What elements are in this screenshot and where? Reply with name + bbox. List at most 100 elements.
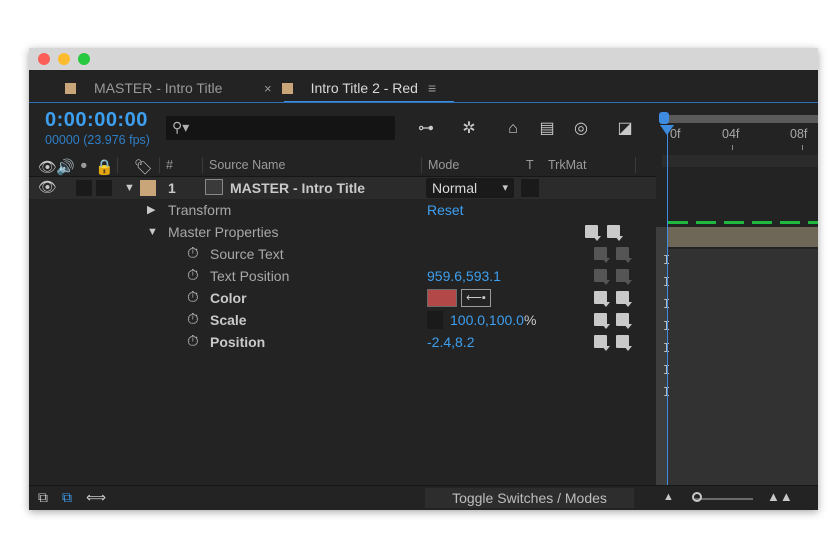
tab-master-intro-title[interactable]: MASTER - Intro Title (65, 70, 222, 102)
stopwatch-icon[interactable]: ⏱ (187, 331, 199, 353)
scale-unit: % (524, 312, 537, 328)
property-row-text-position[interactable]: ⏱ Text Position 959.6,593.1 (29, 265, 656, 287)
visibility-eye-icon[interactable]: 👁 (38, 177, 57, 199)
lock-toggle[interactable] (96, 180, 112, 196)
video-switch-icon[interactable]: 👁 (38, 158, 57, 176)
time-navigator[interactable] (662, 115, 818, 123)
property-label: Text Position (210, 268, 290, 284)
motion-blur-icon[interactable]: ▤ (536, 118, 558, 140)
scale-value[interactable]: 100.0,100.0 (450, 309, 524, 331)
layer-switch-icon[interactable]: ⊶ (415, 118, 437, 140)
timeline-area[interactable]: 0f 04f 08f I I I I I I I (656, 103, 818, 485)
zoom-out-icon[interactable]: ▲ (663, 491, 674, 503)
push-to-master-icon[interactable] (594, 291, 610, 307)
property-label: Source Text (210, 246, 284, 262)
position-value[interactable]: -2.4,8.2 (427, 331, 474, 353)
work-area-render-indicator (668, 221, 818, 224)
zoom-slider-handle[interactable] (692, 492, 702, 502)
audio-switch-icon[interactable]: 🔊 (56, 158, 75, 176)
solo-toggle[interactable] (76, 180, 92, 196)
current-time-display[interactable]: 0:00:00:00 (45, 109, 148, 132)
stopwatch-icon[interactable]: ⏱ (187, 243, 199, 265)
composition-color-icon (65, 83, 76, 94)
reset-transform-link[interactable]: Reset (427, 199, 464, 221)
snap-icon[interactable]: ◪ (614, 118, 636, 140)
text-position-value[interactable]: 959.6,593.1 (427, 265, 501, 287)
timeline-panel-window: MASTER - Intro Title × Intro Title 2 - Re… (29, 48, 818, 510)
time-navigator-start-handle[interactable] (659, 112, 669, 124)
comp-flowchart-icon[interactable]: ⧉ (38, 489, 48, 506)
tab-label: MASTER - Intro Title (94, 80, 223, 96)
column-header-row: 👁 🔊 ● 🔒 🏷 # Source Name Mode T TrkMat (29, 154, 656, 177)
ruler-tick (802, 145, 803, 150)
expand-triangle-icon[interactable]: ▶ (147, 199, 155, 221)
column-t[interactable]: T (526, 158, 534, 172)
column-source-name[interactable]: Source Name (209, 158, 285, 172)
expand-layer-triangle-icon[interactable]: ▼ (124, 177, 135, 199)
lock-switch-icon[interactable]: 🔒 (95, 158, 114, 176)
close-window-button[interactable] (38, 53, 50, 65)
push-to-master-icon[interactable] (594, 313, 610, 329)
column-trkmat[interactable]: TrkMat (548, 158, 586, 172)
layer-label-color-icon[interactable] (140, 180, 156, 196)
pull-from-master-icon[interactable] (616, 313, 632, 329)
stopwatch-icon[interactable]: ⏱ (187, 265, 199, 287)
property-row-scale[interactable]: ⏱ Scale 100.0,100.0 % (29, 309, 656, 331)
push-to-master-icon[interactable] (585, 225, 601, 241)
panel-menu-icon[interactable]: ≡ (428, 80, 436, 96)
chevron-down-icon: ▾ (502, 182, 508, 194)
minimize-window-button[interactable] (58, 53, 70, 65)
layer-name[interactable]: MASTER - Intro Title (230, 177, 365, 199)
color-swatch[interactable] (427, 289, 457, 307)
in-out-pane-icon[interactable]: ⟺ (86, 489, 106, 506)
property-row-color[interactable]: ⏱ Color ⟵▪ (29, 287, 656, 309)
property-label: Transform (168, 202, 232, 218)
layer-duration-bar[interactable] (668, 227, 818, 247)
solo-switch-icon[interactable]: ● (80, 158, 88, 172)
column-mode[interactable]: Mode (428, 158, 459, 172)
blend-mode-select[interactable]: Normal ▾ (426, 178, 514, 198)
precomp-icon (205, 179, 223, 195)
label-column-icon[interactable]: 🏷 (134, 158, 153, 176)
pull-from-master-icon[interactable] (616, 291, 632, 307)
property-row-position[interactable]: ⏱ Position -2.4,8.2 (29, 331, 656, 353)
property-label: Position (210, 334, 266, 350)
graph-editor-icon[interactable]: ◎ (570, 118, 592, 140)
stopwatch-icon[interactable]: ⏱ (187, 309, 199, 331)
current-time-indicator-icon[interactable] (660, 125, 674, 135)
push-to-master-icon (594, 269, 610, 285)
shy-layers-icon[interactable]: ✲ (458, 118, 480, 140)
layer-row[interactable]: 👁 ▼ 1 MASTER - Intro Title Normal ▾ (29, 177, 656, 199)
current-time-indicator-line[interactable] (667, 125, 668, 485)
property-row-master-properties[interactable]: ▼ Master Properties (29, 221, 656, 243)
pull-from-master-icon[interactable] (616, 335, 632, 351)
work-area-bar[interactable] (662, 155, 818, 167)
layer-switches-pane-icon[interactable]: ⧉ (62, 489, 72, 506)
window-titlebar (29, 48, 818, 70)
tab-intro-title-2-red[interactable]: × Intro Title 2 - Red ≡ (264, 70, 436, 102)
search-input[interactable]: ⚲▾ (166, 116, 395, 140)
property-row-source-text[interactable]: ⏱ Source Text (29, 243, 656, 265)
zoom-in-icon[interactable]: ▲▲ (767, 489, 793, 504)
zoom-window-button[interactable] (78, 53, 90, 65)
toggle-switches-modes-button[interactable]: Toggle Switches / Modes (425, 488, 634, 508)
pull-from-master-icon[interactable] (607, 225, 623, 241)
stopwatch-icon[interactable]: ⏱ (187, 287, 199, 309)
constrain-proportions-toggle[interactable] (427, 311, 443, 329)
eyedropper-icon[interactable]: ⟵▪ (461, 289, 491, 307)
property-row-transform[interactable]: ▶ Transform Reset (29, 199, 656, 221)
search-icon: ⚲▾ (172, 119, 190, 135)
zoom-slider[interactable] (695, 498, 753, 500)
property-label: Master Properties (168, 224, 279, 240)
column-number[interactable]: # (166, 158, 173, 172)
track-matte-toggle[interactable] (521, 179, 539, 197)
collapse-triangle-icon[interactable]: ▼ (147, 221, 158, 243)
ruler-tick-label: 08f (790, 127, 808, 141)
property-label: Scale (210, 312, 247, 328)
time-ruler[interactable]: 0f 04f 08f (662, 125, 818, 153)
frame-blending-icon[interactable]: ⌂ (502, 118, 524, 140)
property-track-area (668, 249, 818, 485)
bottom-bar: ⧉ ⧉ ⟺ Toggle Switches / Modes ▲ ▲▲ (29, 485, 818, 510)
push-to-master-icon[interactable] (594, 335, 610, 351)
close-tab-icon[interactable]: × (264, 81, 272, 96)
